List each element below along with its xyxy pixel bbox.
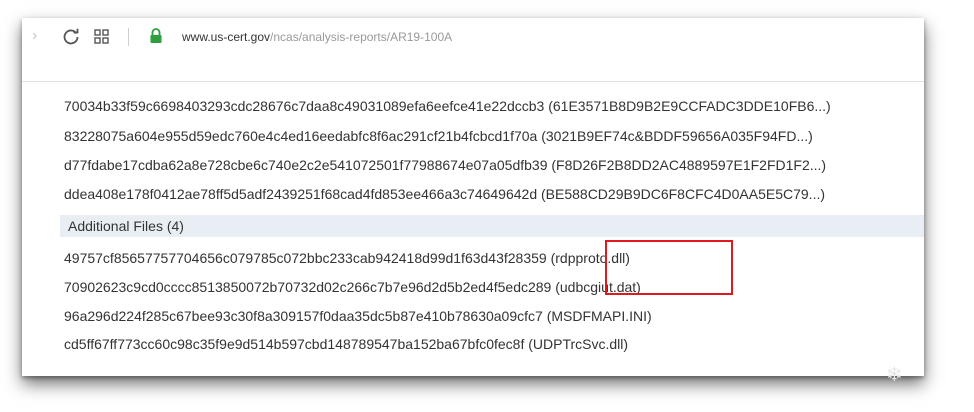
reload-icon[interactable]	[62, 28, 80, 46]
file-hash: 49757cf85657757704656c079785c072bbc233ca…	[64, 250, 547, 266]
apps-icon[interactable]	[94, 29, 110, 45]
file-hash: 70902623c9cd0cccc8513850072b70732d02c266…	[64, 279, 552, 295]
lock-icon[interactable]	[149, 28, 163, 44]
screenshot-frame: › www.us-cert.gov/ncas/analysis-reports/…	[22, 18, 924, 376]
file-row: 49757cf85657757704656c079785c072bbc233ca…	[64, 248, 630, 268]
hash-row: 83228075a604e955d59edc760e4c4ed16eedabfc…	[64, 126, 813, 146]
hash-label: (BE588CD29B9DC6F8CFC4D0AA5E5C79...)	[541, 186, 826, 202]
hash-value: 83228075a604e955d59edc760e4c4ed16eedabfc…	[64, 128, 538, 144]
hash-label: (61E3571B8D9B2E9CCFADC3DDE10FB6...)	[548, 98, 831, 114]
hash-value: 70034b33f59c6698403293cdc28676c7daa8c490…	[64, 98, 545, 114]
url-host: www.us-cert.gov	[182, 30, 271, 44]
hash-value: d77fdabe17cdba62a8e728cbe6c740e2c2e54107…	[64, 157, 548, 173]
file-hash: 96a296d224f285c67bee93c30f8a309157f0daa3…	[64, 308, 543, 324]
highlight-annotation-box	[605, 240, 733, 295]
browser-toolbar: › www.us-cert.gov/ncas/analysis-reports/…	[22, 18, 924, 62]
additional-files-header: Additional Files (4)	[60, 215, 924, 237]
file-row: 70902623c9cd0cccc8513850072b70732d02c266…	[64, 277, 641, 297]
toolbar-separator	[128, 28, 129, 46]
forward-icon[interactable]: ›	[32, 26, 37, 46]
hash-row: ddea408e178f0412ae78ff5d5adf2439251f68ca…	[64, 184, 825, 204]
snowflake-watermark-icon: ❄	[886, 364, 903, 386]
file-hash: cd5ff67ff773cc60c98c35f9e9d514b597cbd148…	[64, 336, 525, 352]
file-row: 96a296d224f285c67bee93c30f8a309157f0daa3…	[64, 306, 652, 326]
hash-row: 70034b33f59c6698403293cdc28676c7daa8c490…	[64, 96, 831, 116]
hash-value: ddea408e178f0412ae78ff5d5adf2439251f68ca…	[64, 186, 538, 202]
address-bar-url[interactable]: www.us-cert.gov/ncas/analysis-reports/AR…	[182, 30, 452, 44]
hash-label: (3021B9EF74c&BDDF59656A035F94FD...)	[541, 128, 813, 144]
file-name: (MSDFMAPI.INI)	[546, 308, 652, 324]
section-title: Additional Files (4)	[68, 218, 184, 234]
toolbar-divider	[22, 81, 924, 82]
url-path: /ncas/analysis-reports/AR19-100A	[270, 30, 453, 44]
hash-row: d77fdabe17cdba62a8e728cbe6c740e2c2e54107…	[64, 155, 826, 175]
hash-label: (F8D26F2B8DD2AC4889597E1F2FD1F2...)	[551, 157, 827, 173]
file-row: cd5ff67ff773cc60c98c35f9e9d514b597cbd148…	[64, 334, 628, 354]
file-name: (UDPTrcSvc.dll)	[528, 336, 629, 352]
